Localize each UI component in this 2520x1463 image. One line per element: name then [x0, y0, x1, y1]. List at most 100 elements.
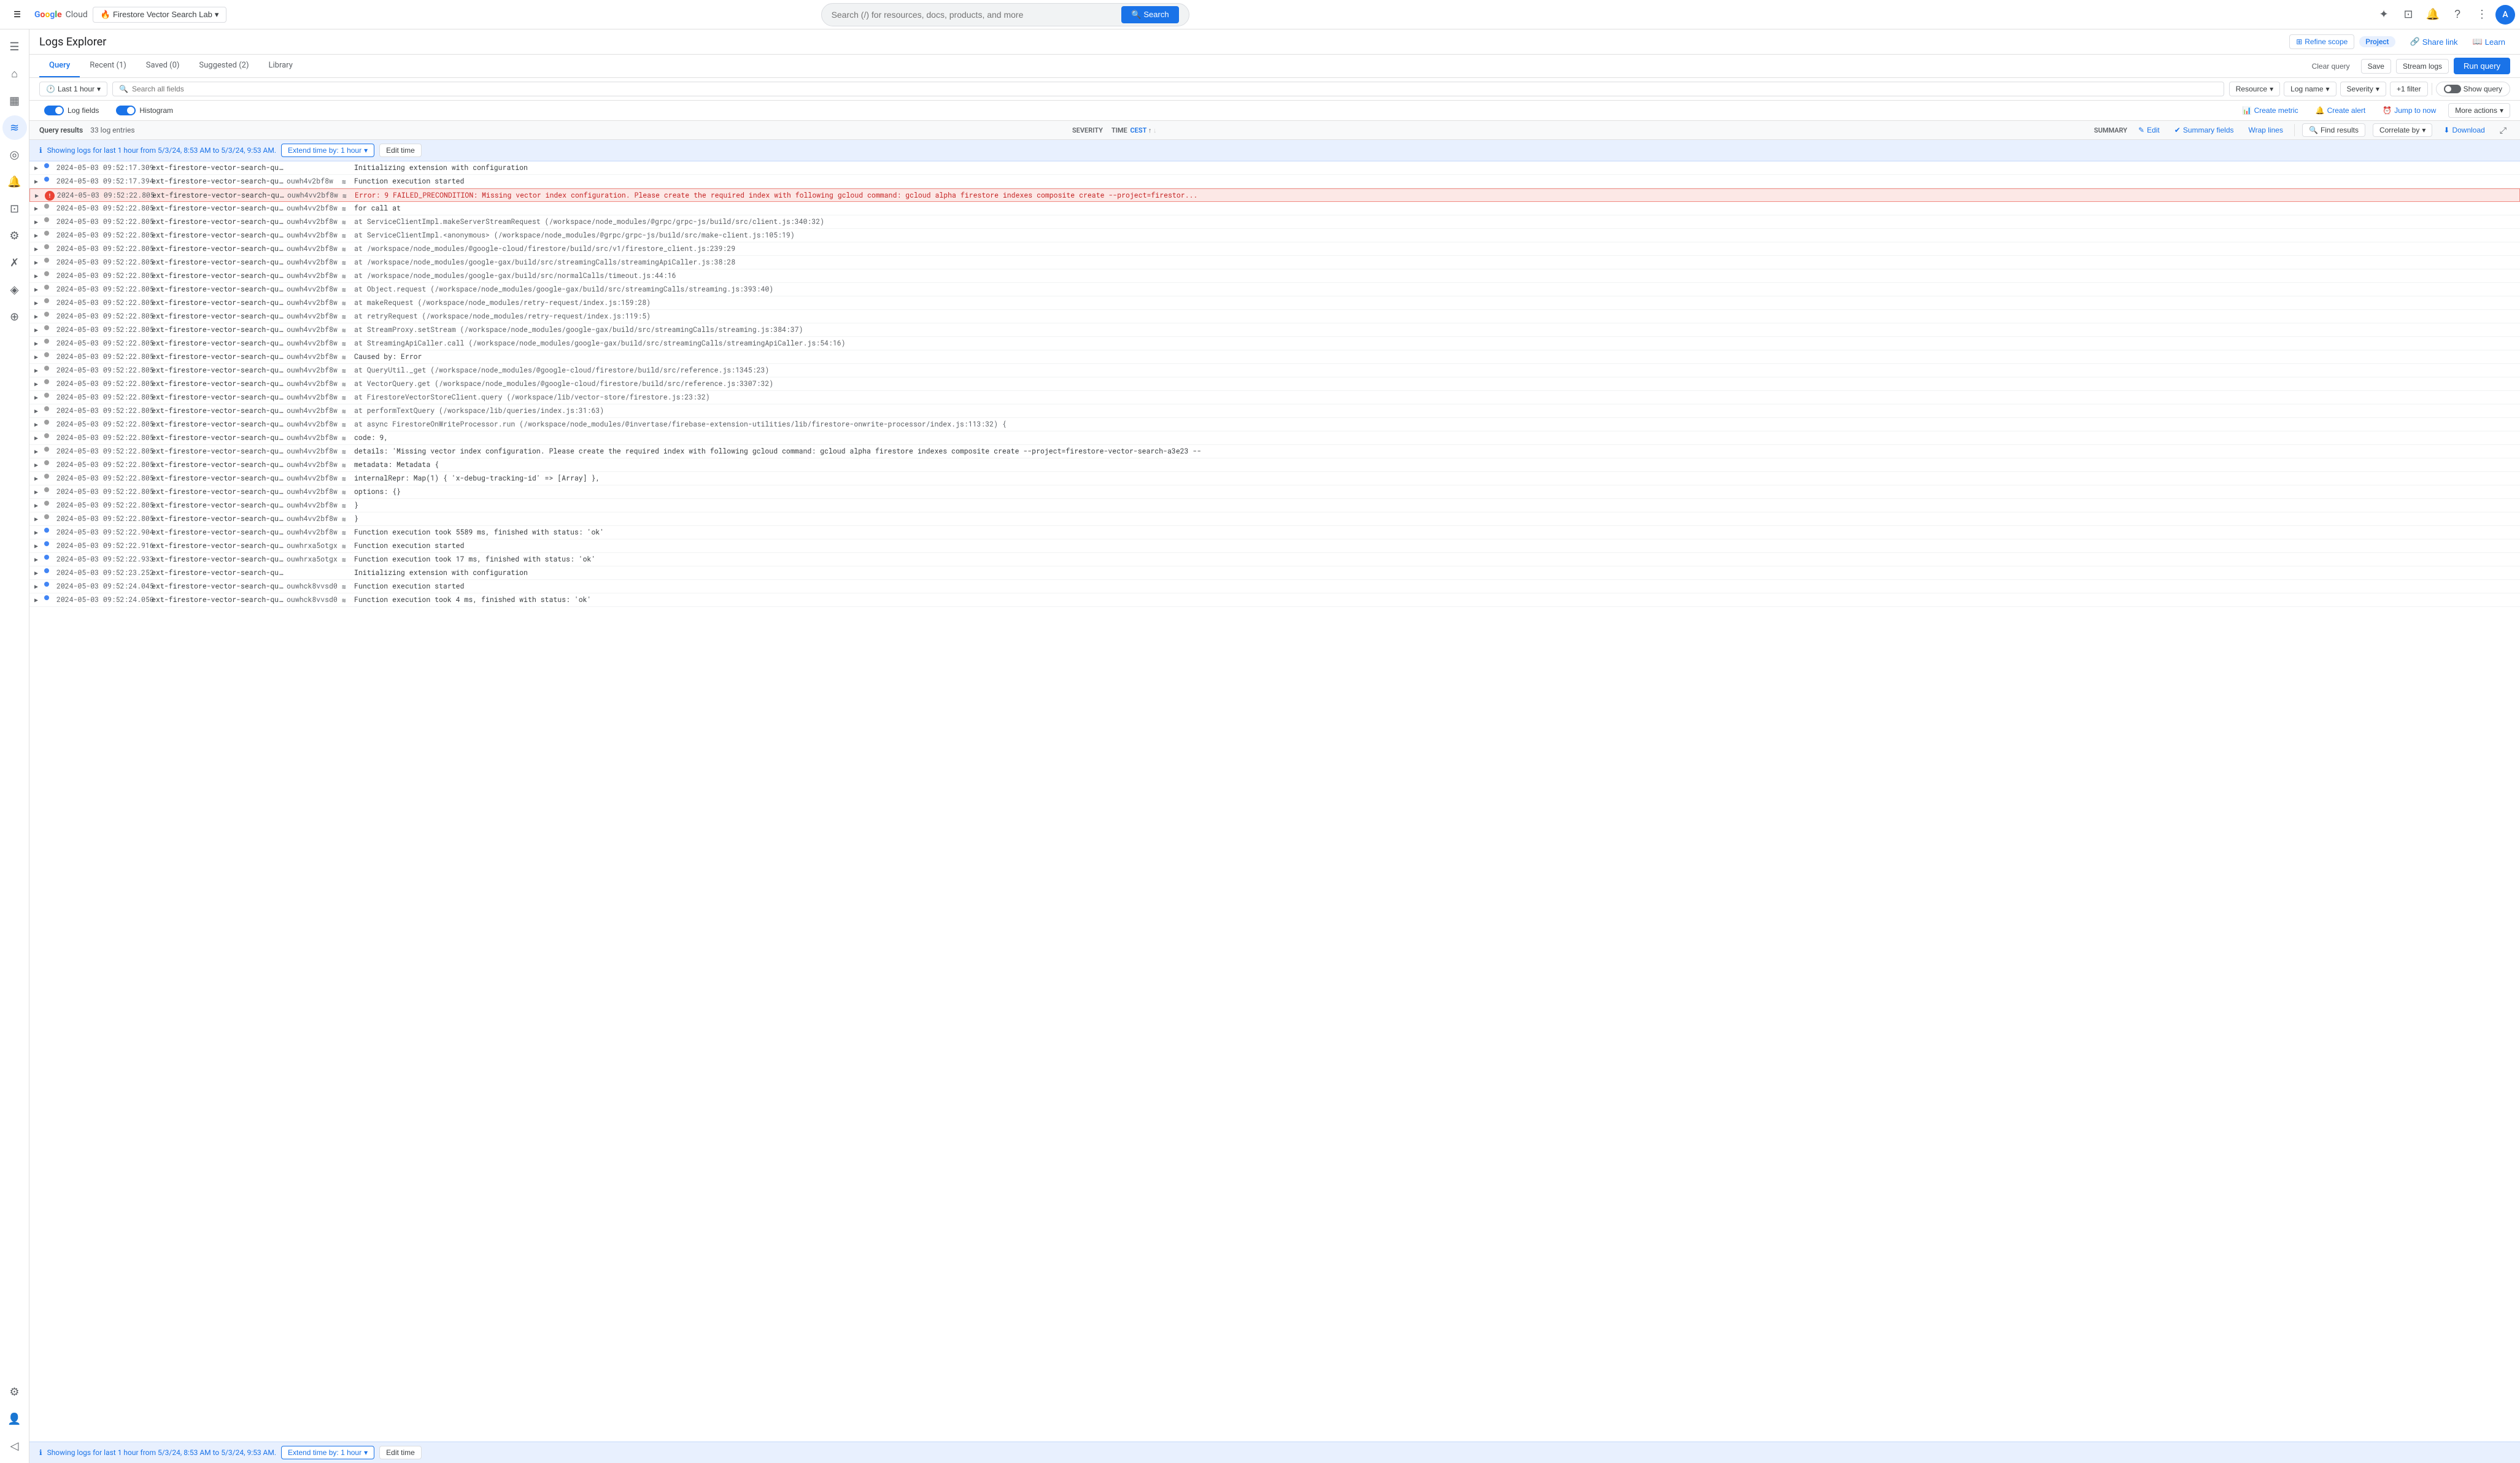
sidebar-user-button[interactable]: 👤	[2, 1407, 27, 1431]
expand-row-icon[interactable]: ▶	[34, 500, 44, 509]
sidebar-settings-button[interactable]: ⚙	[2, 1380, 27, 1404]
log-row[interactable]: ▶2024-05-03 09:52:22.805ext-firestore-ve…	[29, 391, 2520, 404]
sidebar-trace-button[interactable]: ⚙	[2, 223, 27, 248]
edit-time-button-bottom[interactable]: Edit time	[379, 1446, 422, 1459]
log-row[interactable]: ▶2024-05-03 09:52:22.805ext-firestore-ve…	[29, 202, 2520, 215]
create-metric-button[interactable]: 📊 Create metric	[2238, 104, 2303, 117]
resource-filter-button[interactable]: Resource ▾	[2229, 82, 2280, 96]
log-row[interactable]: ▶2024-05-03 09:52:22.805ext-firestore-ve…	[29, 512, 2520, 526]
expand-row-icon[interactable]: ▶	[34, 486, 44, 496]
log-row[interactable]: ▶2024-05-03 09:52:22.904ext-firestore-ve…	[29, 526, 2520, 539]
log-row[interactable]: ▶2024-05-03 09:52:22.805ext-firestore-ve…	[29, 472, 2520, 485]
sidebar-home-button[interactable]: ⌂	[2, 61, 27, 86]
sidebar-menu-button[interactable]: ☰	[2, 34, 27, 59]
log-row[interactable]: ▶2024-05-03 09:52:22.805ext-firestore-ve…	[29, 269, 2520, 283]
sidebar-network-button[interactable]: ⊕	[2, 304, 27, 329]
log-row[interactable]: ▶2024-05-03 09:52:17.394ext-firestore-ve…	[29, 175, 2520, 188]
run-query-button[interactable]: Run query	[2454, 58, 2510, 74]
expand-button[interactable]: ⤢	[2496, 124, 2510, 137]
log-row[interactable]: ▶2024-05-03 09:52:22.805ext-firestore-ve…	[29, 431, 2520, 445]
share-link-button[interactable]: 🔗 Share link	[2405, 34, 2463, 49]
download-button[interactable]: ⬇ Download	[2440, 125, 2488, 136]
expand-row-icon[interactable]: ▶	[34, 594, 44, 604]
expand-row-icon[interactable]: ▶	[34, 419, 44, 428]
sidebar-logs-button[interactable]: ≋	[2, 115, 27, 140]
severity-filter-button[interactable]: Severity ▾	[2340, 82, 2386, 96]
time-col-label[interactable]: TIME CEST ↑ ↓	[1111, 126, 1157, 134]
log-row[interactable]: ▶2024-05-03 09:52:23.252ext-firestore-ve…	[29, 566, 2520, 580]
log-row[interactable]: ▶2024-05-03 09:52:22.805ext-firestore-ve…	[29, 364, 2520, 377]
sidebar-dashboard-button[interactable]: ▦	[2, 88, 27, 113]
tab-query[interactable]: Query	[39, 55, 80, 77]
customize-button[interactable]: ✦	[2373, 4, 2395, 26]
log-row[interactable]: ▶2024-05-03 09:52:22.805ext-firestore-ve…	[29, 256, 2520, 269]
tab-suggested[interactable]: Suggested (2)	[189, 55, 258, 77]
tab-library[interactable]: Library	[259, 55, 303, 77]
expand-row-icon[interactable]: ▶	[34, 365, 44, 374]
expand-row-icon[interactable]: ▶	[34, 540, 44, 550]
expand-row-icon[interactable]: ▶	[34, 351, 44, 361]
histogram-toggle[interactable]: Histogram	[111, 103, 178, 118]
help-button[interactable]: ?	[2446, 4, 2468, 26]
global-search-button[interactable]: 🔍 Search	[1121, 6, 1178, 23]
log-row[interactable]: ▶2024-05-03 09:52:22.805ext-firestore-ve…	[29, 323, 2520, 337]
log-row[interactable]: ▶2024-05-03 09:52:22.805ext-firestore-ve…	[29, 499, 2520, 512]
wrap-lines-button[interactable]: Wrap lines	[2245, 125, 2287, 136]
avatar[interactable]: A	[2495, 5, 2515, 25]
save-button[interactable]: Save	[2361, 59, 2391, 74]
expand-row-icon[interactable]: ▶	[34, 567, 44, 577]
expand-row-icon[interactable]: ▶	[34, 554, 44, 563]
clear-query-button[interactable]: Clear query	[2306, 60, 2356, 73]
jump-to-now-button[interactable]: ⏰ Jump to now	[2378, 104, 2441, 117]
notifications-button[interactable]: 🔔	[2422, 4, 2444, 26]
log-row[interactable]: ▶2024-05-03 09:52:24.045ext-firestore-ve…	[29, 580, 2520, 593]
sidebar-collapse-button[interactable]: ◁	[2, 1434, 27, 1458]
summary-fields-button[interactable]: ✔ Summary fields	[2171, 125, 2238, 136]
search-fields-input[interactable]	[132, 85, 2217, 93]
sidebar-debugger-button[interactable]: ◈	[2, 277, 27, 302]
expand-row-icon[interactable]: ▶	[34, 216, 44, 226]
expand-row-icon[interactable]: ▶	[34, 284, 44, 293]
expand-row-icon[interactable]: ▶	[34, 446, 44, 455]
expand-row-icon[interactable]: ▶	[34, 392, 44, 401]
expand-row-icon[interactable]: ▶	[34, 162, 44, 172]
expand-row-icon[interactable]: ▶	[34, 513, 44, 523]
log-name-filter-button[interactable]: Log name ▾	[2284, 82, 2336, 96]
log-row[interactable]: ▶2024-05-03 09:52:22.805ext-firestore-ve…	[29, 283, 2520, 296]
log-row[interactable]: ▶!2024-05-03 09:52:22.805ext-firestore-v…	[29, 188, 2520, 202]
expand-row-icon[interactable]: ▶	[34, 378, 44, 388]
expand-row-icon[interactable]: ▶	[34, 527, 44, 536]
search-fields-container[interactable]: 🔍	[112, 82, 2224, 96]
stream-logs-button[interactable]: Stream logs	[2396, 59, 2449, 74]
log-row[interactable]: ▶2024-05-03 09:52:22.805ext-firestore-ve…	[29, 242, 2520, 256]
expand-row-icon[interactable]: ▶	[34, 257, 44, 266]
more-actions-button[interactable]: More actions ▾	[2448, 103, 2510, 118]
log-row[interactable]: ▶2024-05-03 09:52:22.805ext-firestore-ve…	[29, 377, 2520, 391]
plus-filter-button[interactable]: +1 filter	[2390, 82, 2428, 96]
log-row[interactable]: ▶2024-05-03 09:52:22.805ext-firestore-ve…	[29, 337, 2520, 350]
log-row[interactable]: ▶2024-05-03 09:52:22.805ext-firestore-ve…	[29, 350, 2520, 364]
show-query-button[interactable]: Show query	[2436, 82, 2510, 96]
expand-row-icon[interactable]: ▶	[34, 581, 44, 590]
expand-row-icon[interactable]: ▶	[34, 338, 44, 347]
expand-row-icon[interactable]: ▶	[34, 324, 44, 334]
menu-button[interactable]: ☰	[5, 2, 29, 27]
expand-row-icon[interactable]: ▶	[34, 473, 44, 482]
expand-row-icon[interactable]: ▶	[34, 270, 44, 280]
log-row[interactable]: ▶2024-05-03 09:52:22.933ext-firestore-ve…	[29, 553, 2520, 566]
log-row[interactable]: ▶2024-05-03 09:52:22.805ext-firestore-ve…	[29, 404, 2520, 418]
log-entries-list[interactable]: ▶2024-05-03 09:52:17.309ext-firestore-ve…	[29, 161, 2520, 1442]
time-range-button[interactable]: 🕐 Last 1 hour ▾	[39, 82, 107, 96]
global-search-bar[interactable]: 🔍 Search	[821, 3, 1189, 26]
extend-time-button[interactable]: Extend time by: 1 hour ▾	[281, 144, 374, 157]
tab-recent[interactable]: Recent (1)	[80, 55, 136, 77]
more-button[interactable]: ⋮	[2471, 4, 2493, 26]
expand-row-icon[interactable]: ▶	[34, 203, 44, 212]
log-row[interactable]: ▶2024-05-03 09:52:17.309ext-firestore-ve…	[29, 161, 2520, 175]
expand-row-icon[interactable]: ▶	[34, 176, 44, 185]
edit-time-button[interactable]: Edit time	[379, 144, 422, 157]
log-row[interactable]: ▶2024-05-03 09:52:22.805ext-firestore-ve…	[29, 215, 2520, 229]
global-search-input[interactable]	[832, 10, 1122, 20]
project-badge[interactable]: Project	[2359, 36, 2395, 47]
log-fields-toggle[interactable]: Log fields	[39, 103, 104, 118]
